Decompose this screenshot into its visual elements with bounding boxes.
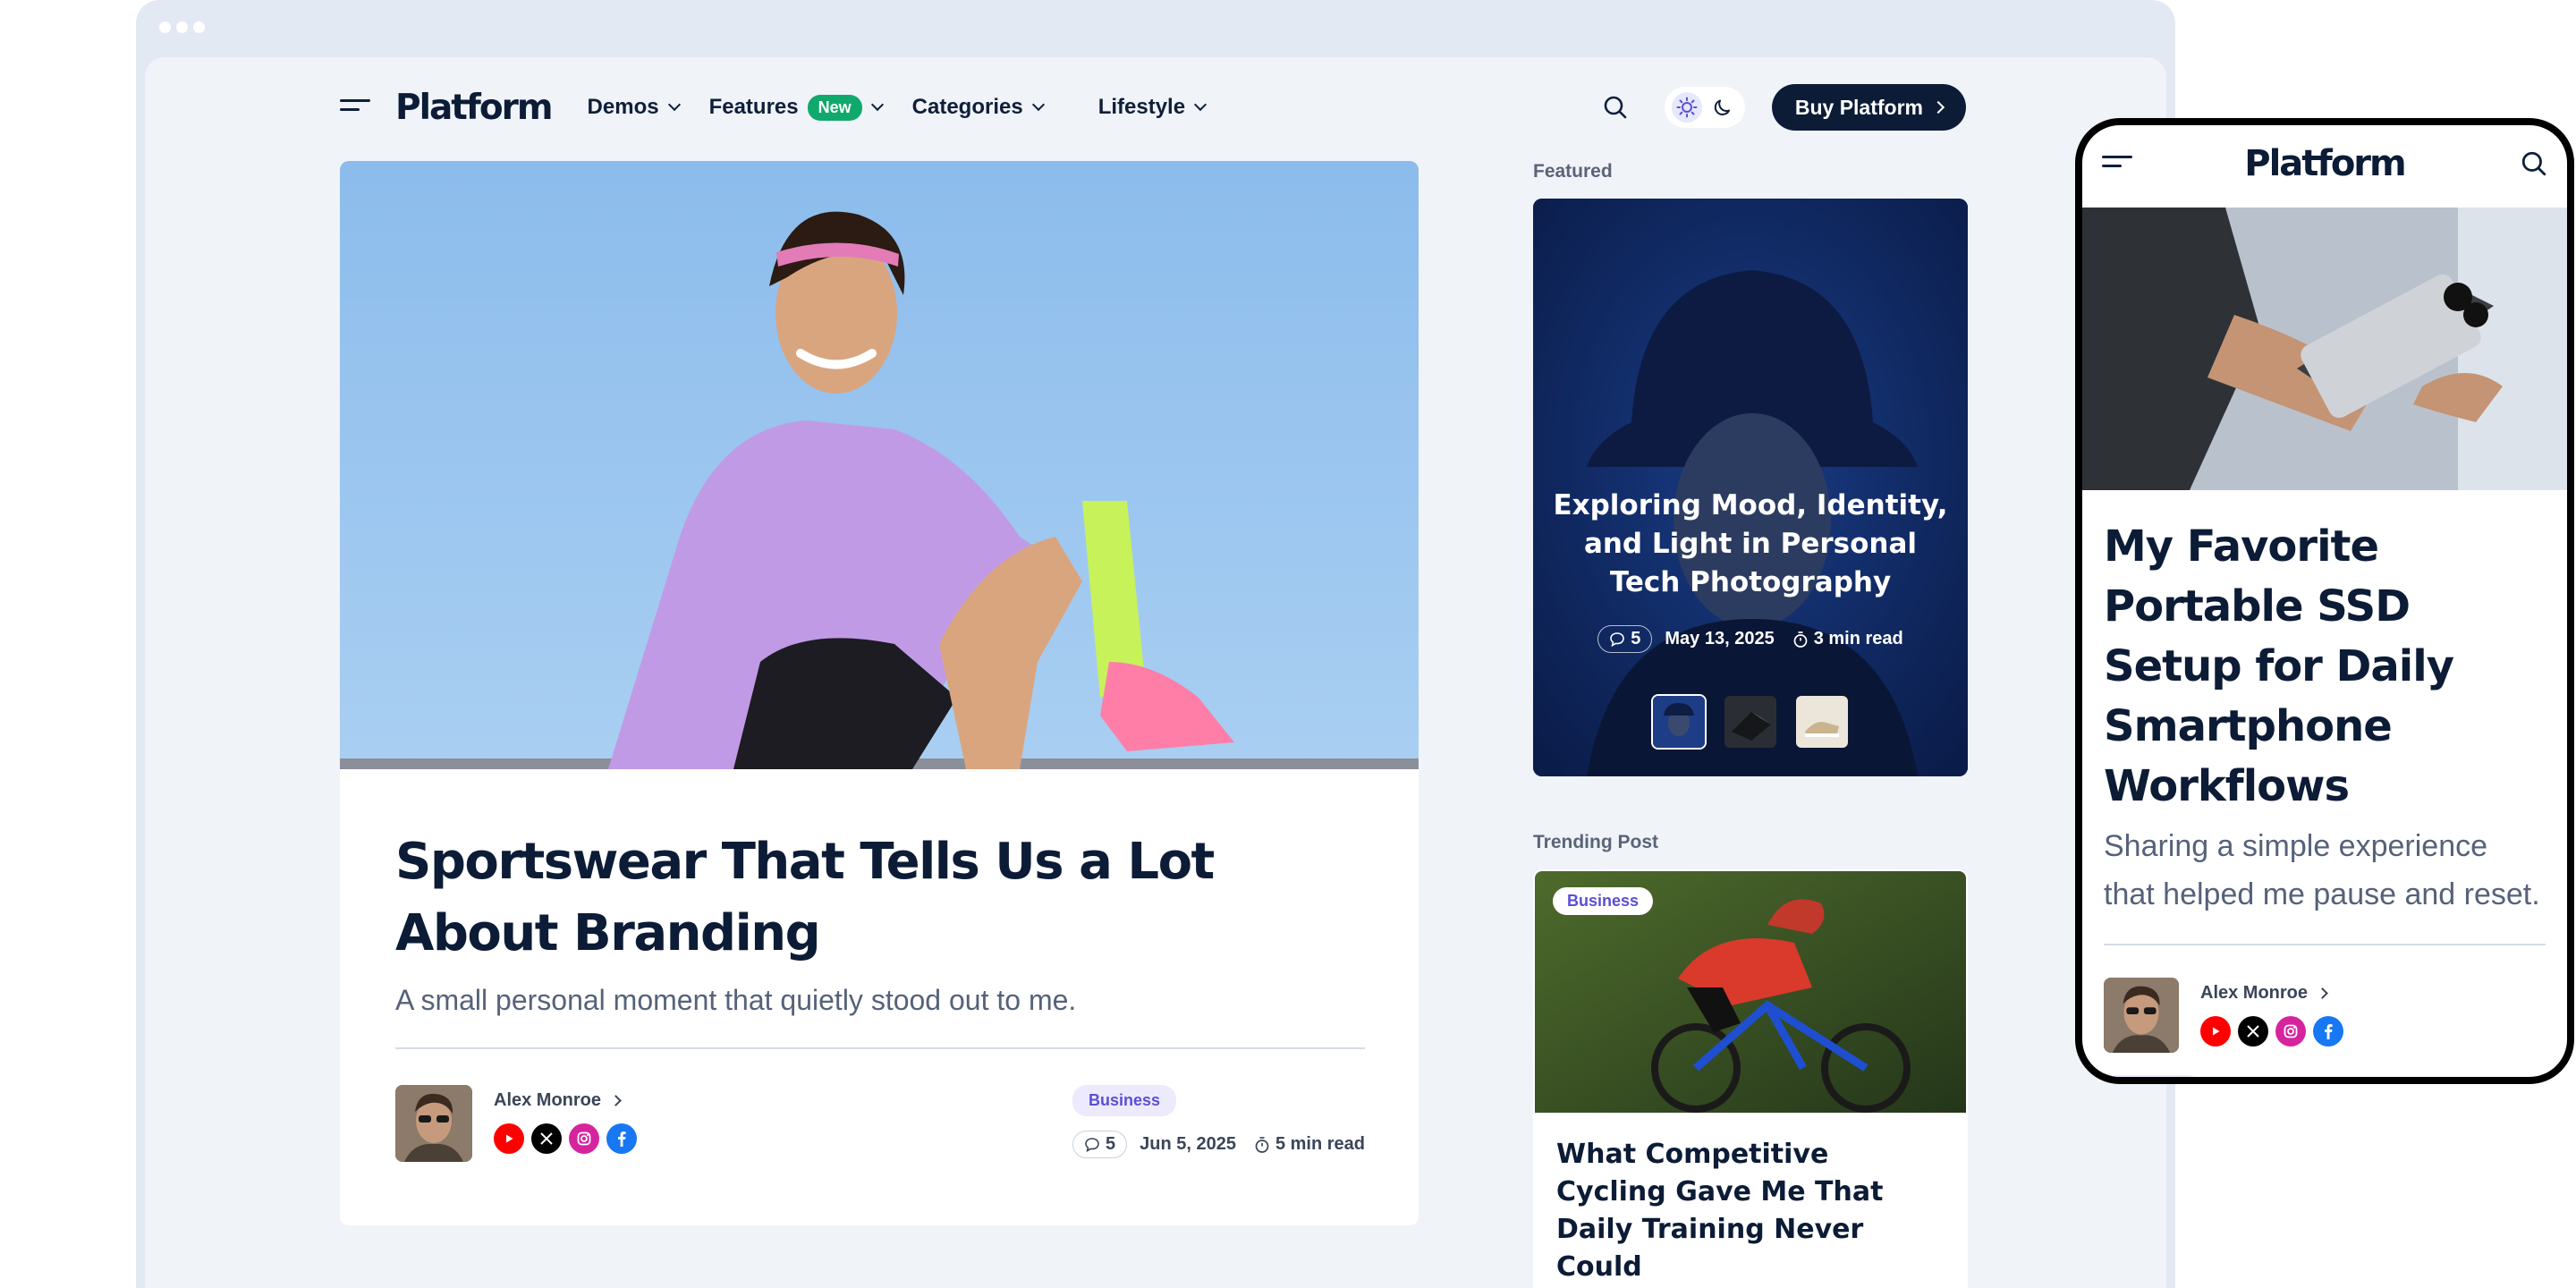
moon-icon[interactable] <box>1707 92 1738 123</box>
timer-icon <box>1255 1136 1269 1153</box>
author-block: Alex Monroe <box>494 1085 637 1154</box>
author-link[interactable]: Alex Monroe <box>494 1090 637 1111</box>
comment-count: 5 <box>1631 629 1641 648</box>
trending-image[interactable]: Business <box>1535 871 1966 1113</box>
thumbnail-3[interactable] <box>1794 694 1850 750</box>
comment-icon <box>1610 631 1625 647</box>
mobile-article-image[interactable] <box>2082 208 2567 490</box>
thumbnail-1[interactable] <box>1651 694 1707 750</box>
read-time: 3 min read <box>1792 629 1903 649</box>
main-nav: Demos Features New Categories Lifestyle <box>587 94 1236 121</box>
new-badge: New <box>807 94 862 121</box>
theme-toggle[interactable] <box>1664 87 1745 128</box>
hero-meta: Alex Monroe Business 5 Jun 5, 2025 5 min… <box>395 1085 1365 1162</box>
site-logo[interactable]: Platform <box>395 88 554 128</box>
author-name: Alex Monroe <box>2200 983 2309 1003</box>
avatar[interactable] <box>2104 978 2179 1053</box>
x-icon[interactable] <box>2238 1016 2268 1046</box>
buy-platform-label: Buy Platform <box>1794 95 1923 119</box>
mobile-article-body: My Favorite Portable SSD Setup for Daily… <box>2104 517 2546 1077</box>
timer-icon <box>1793 631 1808 648</box>
mobile-preview: Platform My Favorite Portable SSD Setup … <box>2075 118 2574 1084</box>
chevron-down-icon <box>1031 97 1045 112</box>
comments-button[interactable]: 5 <box>1597 625 1653 653</box>
hero-article-card[interactable]: Sportswear That Tells Us a Lot About Bra… <box>340 161 1419 1225</box>
nav-demos-label: Demos <box>587 95 659 119</box>
chevron-right-icon <box>1931 100 1945 114</box>
featured-label: Featured <box>1533 161 1613 182</box>
nav-lifestyle[interactable]: Lifestyle <box>1097 95 1208 120</box>
facebook-icon[interactable] <box>2313 1016 2343 1046</box>
trending-label: Trending Post <box>1533 832 1659 852</box>
hero-body: Sportswear That Tells Us a Lot About Bra… <box>395 826 1365 1162</box>
featured-card[interactable]: Exploring Mood, Identity, and Light in P… <box>1533 199 1968 776</box>
search-icon[interactable] <box>2521 150 2547 182</box>
youtube-icon[interactable] <box>494 1123 524 1154</box>
chevron-down-icon <box>1193 97 1208 112</box>
featured-meta: 5 May 13, 2025 3 min read <box>1551 625 1950 653</box>
buy-platform-button[interactable]: Buy Platform <box>1771 84 1966 131</box>
read-time: 5 min read <box>1254 1134 1365 1155</box>
trending-title[interactable]: What Competitive Cycling Gave Me That Da… <box>1556 1136 1946 1286</box>
nav-demos[interactable]: Demos <box>587 95 681 120</box>
post-meta-row: 5 Jun 5, 2025 5 min read <box>1072 1131 1365 1158</box>
instagram-icon[interactable] <box>569 1123 599 1154</box>
search-icon[interactable] <box>1600 92 1631 123</box>
facebook-icon[interactable] <box>606 1123 637 1154</box>
divider <box>2104 944 2546 945</box>
hero-image[interactable] <box>340 161 1419 769</box>
author-block: Alex Monroe <box>2200 978 2343 1053</box>
post-date: Jun 5, 2025 <box>1140 1134 1236 1154</box>
youtube-icon[interactable] <box>2200 1016 2231 1046</box>
browser-window: Platform Demos Features New Categories L… <box>136 0 2175 1288</box>
featured-thumbnails <box>1533 694 1968 750</box>
mobile-article-subtitle: Sharing a simple experience that helped … <box>2104 829 2540 911</box>
author-socials <box>2200 1016 2343 1046</box>
post-info: Business 5 Jun 5, 2025 5 min read <box>1072 1085 1365 1158</box>
post-date: May 13, 2025 <box>1665 629 1775 648</box>
chevron-down-icon <box>870 97 884 112</box>
category-badge[interactable]: Business <box>1072 1085 1177 1116</box>
chevron-down-icon <box>667 97 681 112</box>
nav-lifestyle-label: Lifestyle <box>1097 95 1186 119</box>
trending-card[interactable]: Business What Competitive Cycling Gave M… <box>1533 869 1968 1288</box>
mobile-meta: Alex Monroe <box>2104 978 2546 1053</box>
read-time-text: 3 min read <box>1813 629 1903 648</box>
divider <box>395 1047 1365 1049</box>
hero-title[interactable]: Sportswear That Tells Us a Lot About Bra… <box>395 826 1365 970</box>
instagram-icon[interactable] <box>2275 1016 2306 1046</box>
chevron-right-icon <box>610 1095 622 1106</box>
author-socials <box>494 1123 637 1154</box>
sun-icon[interactable] <box>1671 92 1702 123</box>
header-actions: Buy Platform <box>1600 84 1966 131</box>
comments-button[interactable]: 5 <box>1072 1131 1128 1158</box>
featured-title[interactable]: Exploring Mood, Identity, and Light in P… <box>1551 487 1950 602</box>
category-badge[interactable]: Business <box>1553 887 1654 915</box>
mobile-header: Platform <box>2082 125 2567 208</box>
desktop-viewport: Platform Demos Features New Categories L… <box>145 57 2166 1288</box>
category-badge[interactable]: Lifestyle <box>2104 1075 2202 1077</box>
hamburger-icon[interactable] <box>340 97 372 118</box>
nav-features-label: Features <box>708 95 799 119</box>
featured-text: Exploring Mood, Identity, and Light in P… <box>1551 487 1950 653</box>
author-link[interactable]: Alex Monroe <box>2200 983 2343 1004</box>
chevron-right-icon <box>2317 987 2328 999</box>
read-time-text: 5 min read <box>1275 1134 1365 1154</box>
window-dots <box>159 21 205 33</box>
avatar[interactable] <box>395 1085 472 1162</box>
comment-count: 5 <box>1105 1134 1116 1154</box>
mobile-article-title[interactable]: My Favorite Portable SSD Setup for Daily… <box>2104 517 2546 817</box>
thumbnail-2[interactable] <box>1723 694 1778 750</box>
author-name: Alex Monroe <box>494 1090 602 1110</box>
nav-features[interactable]: Features New <box>708 94 884 121</box>
x-icon[interactable] <box>531 1123 562 1154</box>
mobile-category-wrap: Lifestyle <box>2104 1075 2202 1077</box>
comment-icon <box>1085 1137 1099 1152</box>
mobile-logo[interactable]: Platform <box>2082 143 2567 184</box>
nav-categories-label: Categories <box>911 95 1023 119</box>
nav-categories[interactable]: Categories <box>911 95 1045 120</box>
site-header: Platform Demos Features New Categories L… <box>340 84 1966 131</box>
hero-subtitle: A small personal moment that quietly sto… <box>395 984 1077 1016</box>
